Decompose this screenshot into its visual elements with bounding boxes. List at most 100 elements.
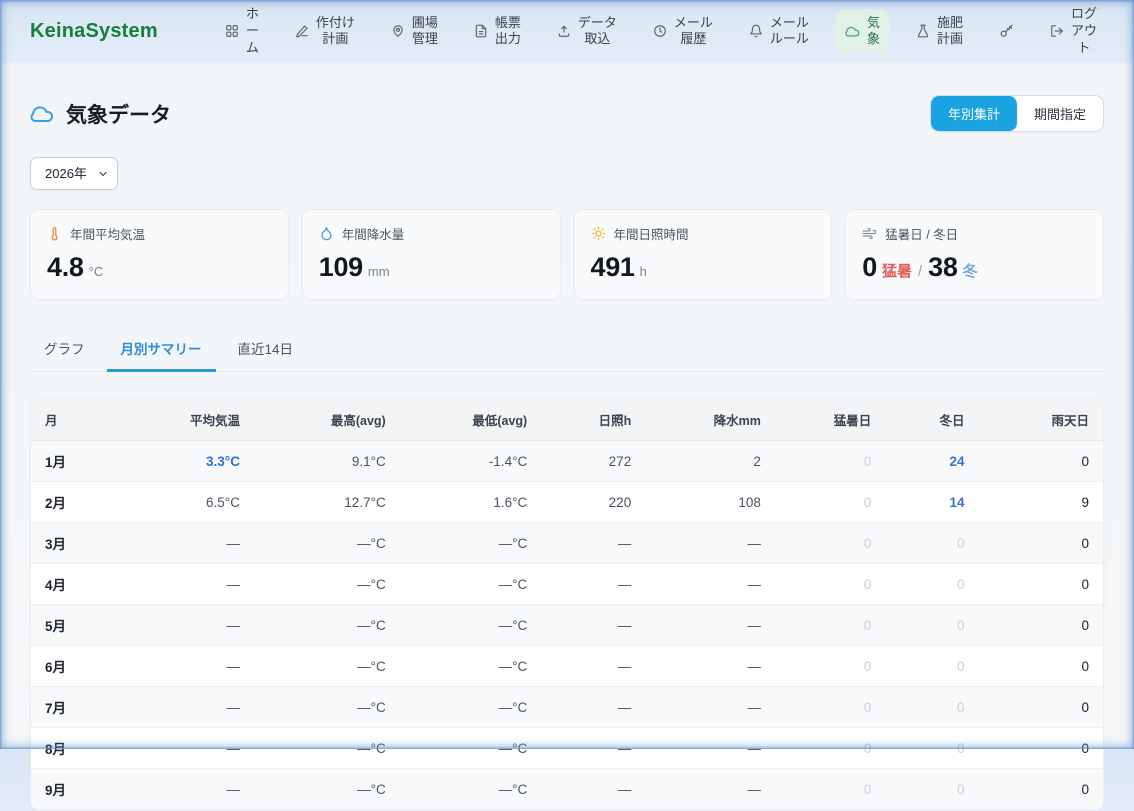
table-row: 1月3.3°C9.1°C-1.4°C27220240 bbox=[31, 441, 1103, 482]
table-cell: — bbox=[541, 564, 645, 605]
table-cell: 108 bbox=[645, 482, 775, 523]
table-cell: — bbox=[645, 646, 775, 687]
nav-item-mail-rules[interactable]: メール ルール bbox=[740, 9, 818, 55]
wind-icon bbox=[862, 226, 877, 241]
table-cell: —°C bbox=[254, 646, 400, 687]
table-cell: 220 bbox=[541, 482, 645, 523]
table-cell: — bbox=[541, 605, 645, 646]
nav-item-field-mgmt[interactable]: 圃場 管理 bbox=[382, 9, 447, 55]
table-cell: 9 bbox=[979, 482, 1103, 523]
table-cell: -1.4°C bbox=[400, 441, 542, 482]
column-header: 平均気温 bbox=[141, 399, 254, 441]
table-cell: 3.3°C bbox=[141, 441, 254, 482]
nav-item-label: 作付け 計画 bbox=[316, 15, 355, 49]
table-cell: — bbox=[141, 646, 254, 687]
table-cell: 0 bbox=[775, 605, 885, 646]
nav-item-fertilizer-plan[interactable]: 施肥 計画 bbox=[907, 9, 972, 55]
table-cell: — bbox=[141, 564, 254, 605]
table-cell: —°C bbox=[254, 728, 400, 769]
flask-icon bbox=[916, 24, 930, 38]
table-cell: — bbox=[645, 687, 775, 728]
table-row: 6月——°C—°C——000 bbox=[31, 646, 1103, 687]
table-cell: — bbox=[541, 769, 645, 810]
nav-item-api-key[interactable] bbox=[990, 18, 1023, 45]
table-cell: —°C bbox=[400, 769, 542, 810]
table-cell: 0 bbox=[775, 564, 885, 605]
report-icon bbox=[474, 24, 488, 38]
stat-value-row: 491h bbox=[591, 252, 816, 283]
toggle-yearly-button[interactable]: 年別集計 bbox=[931, 96, 1017, 131]
table-cell: — bbox=[645, 564, 775, 605]
table-cell: —°C bbox=[254, 769, 400, 810]
stat-part-big: 38 bbox=[928, 252, 957, 283]
key-icon bbox=[999, 24, 1014, 39]
brand-logo[interactable]: KeinaSystem bbox=[30, 20, 158, 43]
table-cell: — bbox=[141, 769, 254, 810]
monthly-summary-table-card: 月平均気温最高(avg)最低(avg)日照h降水mm猛暑日冬日雨天日 1月3.3… bbox=[30, 398, 1104, 811]
monthly-summary-table: 月平均気温最高(avg)最低(avg)日照h降水mm猛暑日冬日雨天日 1月3.3… bbox=[31, 399, 1103, 810]
nav-item-home[interactable]: ホ ー ム bbox=[216, 0, 268, 63]
view-toggle-group: 年別集計期間指定 bbox=[930, 95, 1104, 132]
nav-item-mail-history[interactable]: メール 履歴 bbox=[644, 9, 722, 55]
table-cell: —°C bbox=[400, 564, 542, 605]
title-row: 気象データ 年別集計期間指定 bbox=[30, 95, 1104, 132]
year-select[interactable]: 2026年 bbox=[30, 157, 118, 190]
table-cell: 0 bbox=[885, 646, 978, 687]
nav-item-data-import[interactable]: データ 取込 bbox=[548, 9, 626, 55]
main-content: 気象データ 年別集計期間指定 2026年 年間平均気温 4.8°C 年間降水量109… bbox=[0, 95, 1134, 811]
table-cell: 2月 bbox=[31, 482, 141, 523]
table-row: 2月6.5°C12.7°C1.6°C2201080149 bbox=[31, 482, 1103, 523]
stat-card-annual-avg-temp: 年間平均気温 4.8°C bbox=[30, 209, 289, 300]
nav-item-weather[interactable]: 気 象 bbox=[836, 9, 889, 55]
bell-icon bbox=[749, 24, 763, 38]
nav-item-label: ログ アウ ト bbox=[1071, 6, 1097, 57]
nav-item-label: メール ルール bbox=[770, 15, 809, 49]
nav-item-label: メール 履歴 bbox=[674, 15, 713, 49]
page-title: 気象データ bbox=[30, 99, 171, 129]
nav-item-logout[interactable]: ログ アウ ト bbox=[1041, 0, 1106, 63]
stat-value-row: 4.8°C bbox=[47, 252, 272, 283]
table-cell: 9月 bbox=[31, 769, 141, 810]
tab-graph[interactable]: グラフ bbox=[30, 329, 99, 372]
nav-item-report-output[interactable]: 帳票 出力 bbox=[465, 9, 530, 55]
table-row: 4月——°C—°C——000 bbox=[31, 564, 1103, 605]
table-row: 9月——°C—°C——000 bbox=[31, 769, 1103, 810]
table-cell: — bbox=[541, 646, 645, 687]
table-cell: 0 bbox=[979, 564, 1103, 605]
table-cell: 1.6°C bbox=[400, 482, 542, 523]
table-cell: 0 bbox=[979, 687, 1103, 728]
column-header: 降水mm bbox=[645, 399, 775, 441]
droplets-icon bbox=[319, 226, 334, 241]
table-row: 3月——°C—°C——000 bbox=[31, 523, 1103, 564]
stat-unit: h bbox=[640, 264, 647, 279]
tab-monthly[interactable]: 月別サマリー bbox=[107, 329, 216, 372]
stat-card-annual-rainfall: 年間降水量109mm bbox=[302, 209, 561, 300]
cloud-icon bbox=[845, 24, 860, 39]
nav-item-label: 施肥 計画 bbox=[937, 15, 963, 49]
tab-last14[interactable]: 直近14日 bbox=[224, 329, 308, 372]
table-cell: 14 bbox=[885, 482, 978, 523]
table-cell: — bbox=[645, 769, 775, 810]
nav-item-label: 圃場 管理 bbox=[412, 15, 438, 49]
table-cell: — bbox=[141, 523, 254, 564]
table-cell: —°C bbox=[400, 646, 542, 687]
column-header: 最低(avg) bbox=[400, 399, 542, 441]
stat-label-text: 年間平均気温 bbox=[70, 224, 145, 243]
stat-card-label: 年間日照時間 bbox=[591, 224, 816, 243]
table-cell: 0 bbox=[979, 441, 1103, 482]
table-row: 5月——°C—°C——000 bbox=[31, 605, 1103, 646]
table-cell: — bbox=[141, 605, 254, 646]
stat-value-row: 0猛暑/38冬 bbox=[862, 252, 1087, 283]
stat-cards: 年間平均気温4.8°C年間降水量109mm年間日照時間491h猛暑日 / 冬日0… bbox=[30, 209, 1104, 300]
stat-label-text: 年間日照時間 bbox=[614, 224, 689, 243]
stat-part-cold: 冬 bbox=[963, 260, 978, 281]
nav-item-planting-plan[interactable]: 作付け 計画 bbox=[286, 9, 364, 55]
table-cell: 3月 bbox=[31, 523, 141, 564]
toggle-period-button[interactable]: 期間指定 bbox=[1017, 96, 1103, 131]
table-cell: 8月 bbox=[31, 728, 141, 769]
column-header: 日照h bbox=[541, 399, 645, 441]
table-cell: 0 bbox=[775, 523, 885, 564]
table-cell: 9.1°C bbox=[254, 441, 400, 482]
table-row: 8月——°C—°C——000 bbox=[31, 728, 1103, 769]
table-cell: —°C bbox=[254, 687, 400, 728]
